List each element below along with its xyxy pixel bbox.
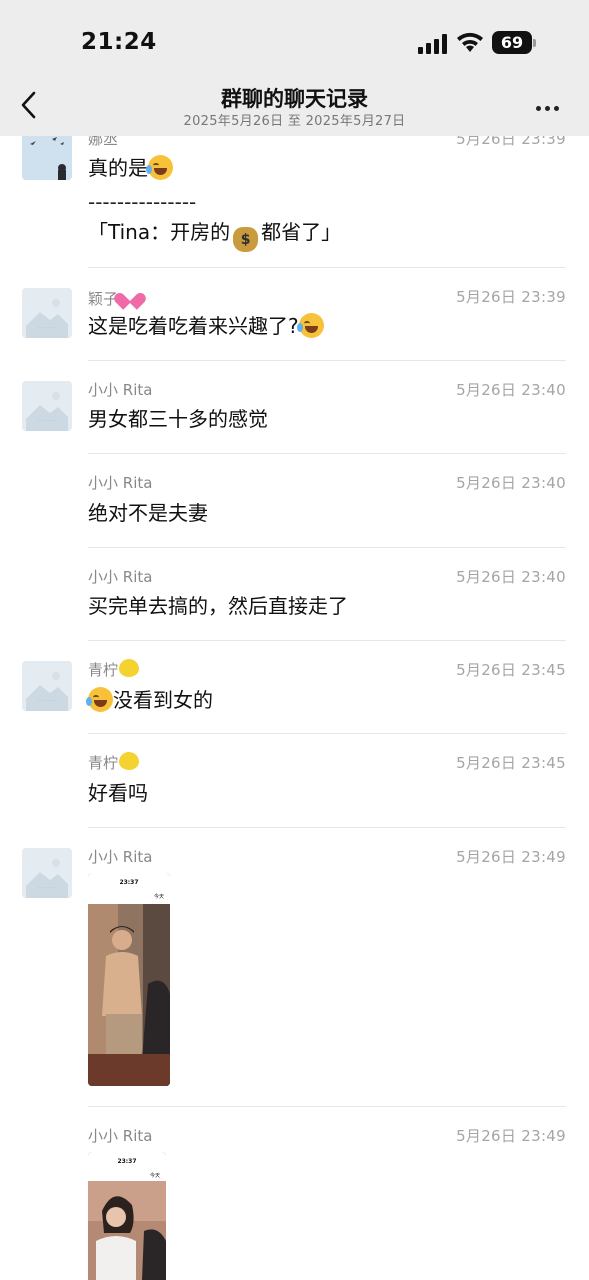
page-title: 群聊的聊天记录 (221, 87, 368, 111)
message-line: 真的是 (88, 156, 148, 180)
divider (88, 827, 566, 828)
quote-text: 都省了」 (261, 220, 342, 244)
laugh-emoji-icon (146, 155, 173, 180)
message-text: 真的是 (88, 152, 173, 184)
quote-text: 「Tina：开房的 (88, 220, 231, 244)
sender-name: 颖子 (88, 286, 140, 309)
photo-scene (88, 1181, 166, 1280)
quote-separator: --------------- (88, 190, 197, 214)
avatar[interactable] (22, 130, 72, 180)
photo-label: 今天 (149, 1173, 160, 1179)
battery-icon: 69 (492, 31, 536, 54)
photo-scene (88, 904, 170, 1086)
nav-bar: 群聊的聊天记录 2025年5月26日 至 2025年5月27日 (0, 80, 589, 136)
sender-name: 小小 Rita (88, 1127, 153, 1145)
message-text: 买完单去搞的，然后直接走了 (88, 594, 348, 618)
message-time: 5月26日 23:40 (456, 381, 566, 399)
laugh-emoji-icon (86, 687, 113, 712)
avatar-caption: · · · · · · (38, 885, 56, 891)
money-bag-emoji-icon: $ (233, 227, 259, 252)
divider (88, 547, 566, 548)
photo-time: 23:37 (117, 1158, 137, 1165)
wifi-icon (457, 32, 483, 52)
image-message[interactable]: 23:37 今天 (88, 1152, 166, 1280)
status-time: 21:24 (81, 29, 157, 55)
lemon-emoji-icon (119, 659, 140, 677)
signal-icon (418, 34, 447, 54)
status-bar: 21:24 69 (0, 0, 589, 80)
avatar-caption: · · · · · · (38, 418, 56, 424)
divider (88, 733, 566, 734)
image-message[interactable]: 23:37 今天 (88, 873, 170, 1086)
date-range: 2025年5月26日 至 2025年5月27日 (183, 114, 406, 129)
photo-time: 23:37 (119, 879, 139, 886)
message-text: 绝对不是夫妻 (88, 501, 208, 525)
chat-record-list[interactable]: 娜丞 5月26日 23:39 真的是 --------------- 「Tina… (0, 0, 589, 1280)
quoted-message: 「Tina：开房的 $ 都省了」 (88, 216, 341, 252)
message-text: 男女都三十多的感觉 (88, 407, 268, 431)
message-time: 5月26日 23:49 (456, 848, 566, 866)
message-line: 这是吃着吃着来兴趣了? (88, 314, 299, 338)
sender-name: 小小 Rita (88, 848, 153, 866)
divider (88, 360, 566, 361)
photo-header: 23:37 今天 (88, 873, 170, 904)
avatar[interactable]: · · · · · · (22, 661, 72, 711)
divider (88, 640, 566, 641)
divider (88, 453, 566, 454)
sender-name: 小小 Rita (88, 568, 153, 586)
message-text: 这是吃着吃着来兴趣了? (88, 310, 324, 342)
sender-name: 青柠 (88, 659, 140, 680)
message-time: 5月26日 23:40 (456, 474, 566, 492)
message-time: 5月26日 23:45 (456, 661, 566, 679)
sender-name: 小小 Rita (88, 381, 153, 399)
message-line: 没看到女的 (113, 688, 213, 712)
photo-header: 23:37 今天 (88, 1152, 166, 1181)
laugh-emoji-icon (296, 313, 324, 338)
sender-name-text: 青柠 (88, 661, 119, 679)
message-text: 好看吗 (88, 781, 148, 805)
message-time: 5月26日 23:40 (456, 568, 566, 586)
battery-level: 69 (492, 31, 532, 54)
divider (88, 1106, 566, 1107)
lemon-emoji-icon (119, 752, 140, 770)
more-icon[interactable] (536, 96, 564, 112)
header: 21:24 69 群聊的聊天记录 2025年5月26日 至 2025年5月27日 (0, 0, 589, 136)
avatar[interactable]: · · · · · · (22, 381, 72, 431)
message-time: 5月26日 23:39 (456, 288, 566, 306)
avatar-caption: · · · · · · (38, 325, 56, 331)
battery-tip (533, 39, 536, 47)
sender-name: 小小 Rita (88, 474, 153, 492)
avatar-caption: · · · · · · (38, 698, 56, 704)
avatar[interactable]: · · · · · · (22, 288, 72, 338)
divider (88, 267, 566, 268)
message-time: 5月26日 23:45 (456, 754, 566, 772)
avatar[interactable]: · · · · · · (22, 848, 72, 898)
sender-name: 青柠 (88, 752, 140, 773)
sender-name-text: 青柠 (88, 754, 119, 772)
message-time: 5月26日 23:49 (456, 1127, 566, 1145)
photo-label: 今天 (153, 894, 164, 900)
message-text: 没看到女的 (86, 684, 213, 716)
heart-emoji-icon (120, 286, 140, 304)
